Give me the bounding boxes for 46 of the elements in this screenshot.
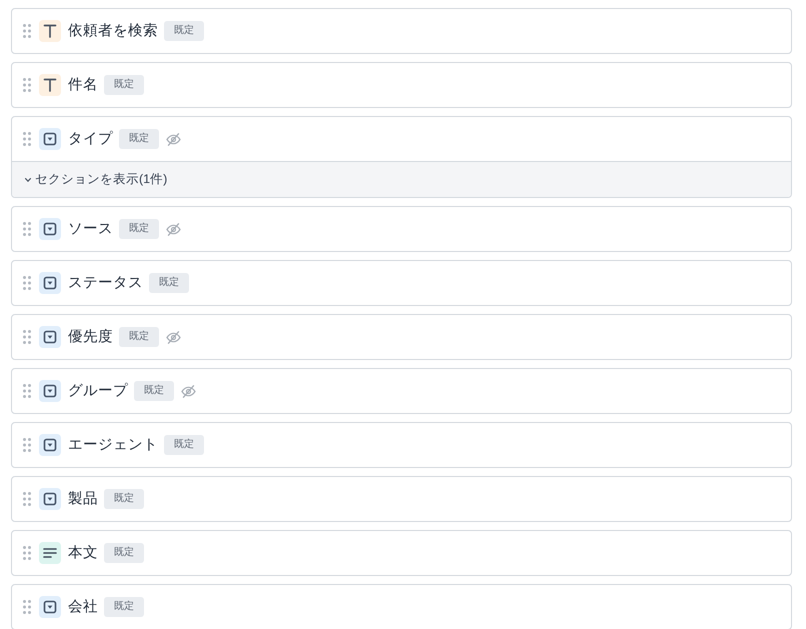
drag-handle-icon[interactable] xyxy=(23,78,31,92)
dropdown-field-icon xyxy=(39,218,61,240)
default-badge: 既定 xyxy=(164,435,204,455)
drag-handle-icon[interactable] xyxy=(23,384,31,398)
show-section-toggle[interactable]: セクションを表示(1件) xyxy=(12,161,791,197)
default-badge: 既定 xyxy=(104,597,144,617)
field-label: 件名 xyxy=(68,76,98,95)
chevron-down-icon xyxy=(25,178,31,182)
field-label: 製品 xyxy=(68,490,98,509)
drag-handle-icon[interactable] xyxy=(23,600,31,614)
field-label: 会社 xyxy=(68,598,98,617)
field-label: 本文 xyxy=(68,544,98,563)
field-label: 優先度 xyxy=(68,328,113,347)
default-badge: 既定 xyxy=(119,219,159,239)
default-badge: 既定 xyxy=(149,273,189,293)
dropdown-field-icon xyxy=(39,434,61,456)
drag-handle-icon[interactable] xyxy=(23,492,31,506)
drag-handle-icon[interactable] xyxy=(23,438,31,452)
default-badge: 既定 xyxy=(104,489,144,509)
field-label: グループ xyxy=(68,382,128,401)
default-badge: 既定 xyxy=(119,327,159,347)
field-label: 依頼者を検索 xyxy=(68,22,158,41)
dropdown-field-icon xyxy=(39,596,61,618)
default-badge: 既定 xyxy=(134,381,174,401)
dropdown-field-icon xyxy=(39,380,61,402)
drag-handle-icon[interactable] xyxy=(23,132,31,146)
dropdown-field-icon xyxy=(39,488,61,510)
dropdown-field-icon xyxy=(39,326,61,348)
default-badge: 既定 xyxy=(119,129,159,149)
text-field-icon xyxy=(39,20,61,42)
paragraph-field-icon xyxy=(39,542,61,564)
field-label: タイプ xyxy=(68,130,113,149)
drag-handle-icon[interactable] xyxy=(23,330,31,344)
default-badge: 既定 xyxy=(104,75,144,95)
field-label: エージェント xyxy=(68,436,158,455)
drag-handle-icon[interactable] xyxy=(23,24,31,38)
dropdown-field-icon xyxy=(39,128,61,150)
dropdown-field-icon xyxy=(39,272,61,294)
drag-handle-icon[interactable] xyxy=(23,546,31,560)
default-badge: 既定 xyxy=(104,543,144,563)
default-badge: 既定 xyxy=(164,21,204,41)
drag-handle-icon[interactable] xyxy=(23,276,31,290)
drag-handle-icon[interactable] xyxy=(23,222,31,236)
field-label: ステータス xyxy=(68,274,143,293)
text-field-icon xyxy=(39,74,61,96)
field-label: ソース xyxy=(68,220,113,239)
